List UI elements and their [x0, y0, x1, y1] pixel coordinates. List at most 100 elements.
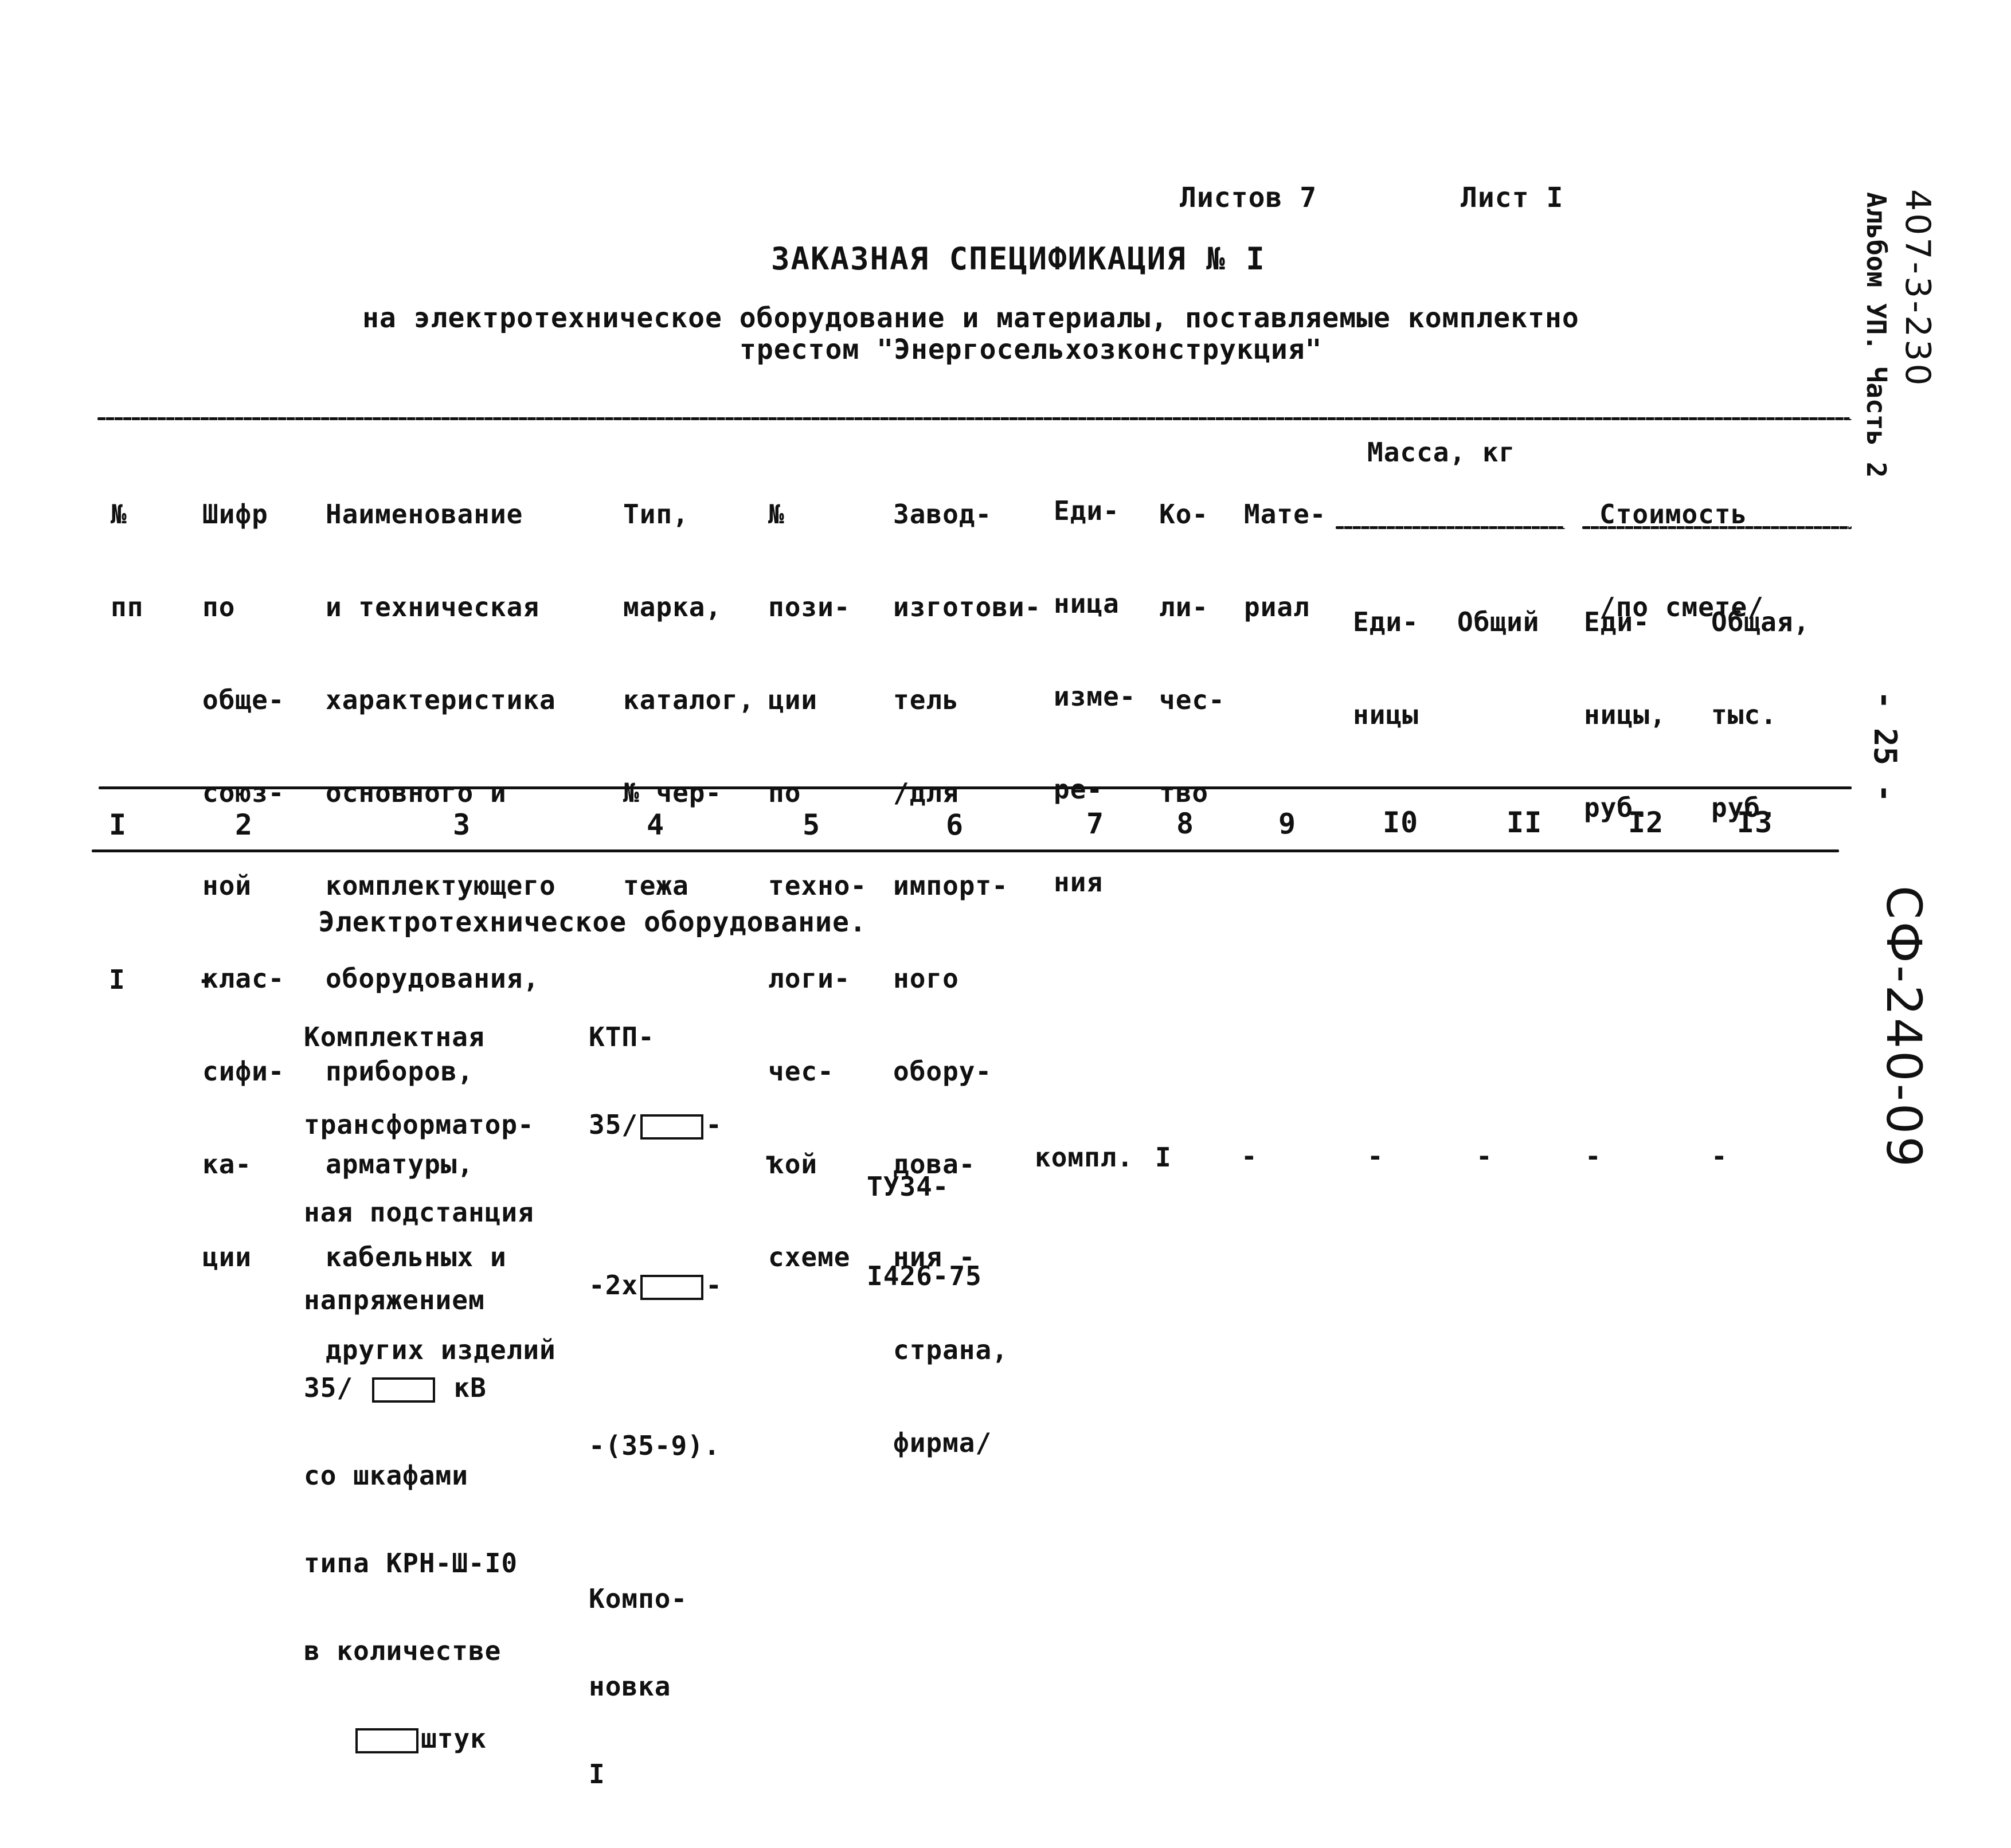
header-line: обще- — [202, 684, 285, 715]
cell-code: - — [198, 964, 214, 995]
project-code: 407-3-230 — [1897, 189, 1938, 388]
blank-box — [371, 1377, 435, 1403]
header-line: ница — [1054, 588, 1120, 619]
header-line: техно- — [768, 870, 867, 901]
col-header-5: № пози- ции по техно- логи- чес- кой схе… — [768, 437, 867, 1334]
type-line-voltage: 35/- — [589, 1109, 722, 1140]
col-num-10: I0 — [1383, 806, 1419, 839]
header-line: ли- — [1159, 592, 1209, 622]
header-line: марка, — [623, 592, 722, 622]
col-num-1: I — [109, 808, 127, 841]
sheets-total: Листов 7 — [1180, 182, 1317, 214]
header-line: логи- — [768, 963, 851, 994]
header-line: тежа — [623, 870, 689, 901]
name-line: Комплектная — [304, 1021, 485, 1052]
col-num-8: 8 — [1176, 807, 1195, 840]
col-header-9: Мате- риал — [1244, 437, 1326, 684]
name-line: типа КРН-Ш-I0 — [304, 1548, 518, 1579]
project-code-text: 407-3-230 — [1897, 189, 1938, 388]
type-line: КТП- — [589, 1021, 655, 1052]
col-header-7: Еди- ница изме- ре- ния — [1054, 433, 1136, 960]
header-line: схеме — [768, 1242, 851, 1273]
cell-position: - — [762, 1141, 779, 1172]
sheet-number: Лист I — [1461, 182, 1564, 214]
header-line: ка- — [202, 1149, 252, 1180]
header-line: сифи- — [202, 1056, 285, 1087]
header-line: Шифр — [202, 499, 268, 530]
cell-cost-total: - — [1711, 1141, 1728, 1172]
col-header-2: Шифр по обще- союз- ной клас- сифи- ка- … — [202, 437, 284, 1334]
header-line: чес- — [768, 1056, 834, 1087]
col-num-7: 7 — [1086, 807, 1105, 840]
col-num-6: 6 — [946, 808, 964, 841]
blank-box — [355, 1728, 419, 1753]
col-header-4: Тип, марка, каталог, № чер- тежа — [623, 437, 755, 963]
header-line: Завод- — [893, 499, 992, 530]
header-line: /для — [893, 777, 959, 808]
name-line: ная подстанция — [304, 1197, 534, 1228]
header-line: № — [111, 499, 127, 530]
header-line: Наименование — [326, 499, 523, 530]
header-line: тыс. — [1711, 699, 1777, 730]
header-line: Мате- — [1244, 499, 1327, 530]
header-line: пп — [111, 592, 144, 622]
header-line: тель — [893, 684, 959, 715]
header-line: ния — [1054, 867, 1104, 898]
header-line: по — [768, 777, 801, 808]
type-line-power: -2x - — [589, 1270, 722, 1301]
subtitle-line-2: трестом "Энергосельхозконструкция" — [740, 334, 1323, 366]
header-line: фирма/ — [893, 1427, 992, 1458]
album-label: Альбом УП. Часть 2 — [1861, 192, 1892, 478]
type-line: -(35-9). — [589, 1430, 721, 1461]
subtitle-line-1: на электротехническое оборудование и мат… — [362, 302, 1579, 334]
blank-box — [640, 1274, 704, 1300]
header-line: ции — [768, 684, 818, 715]
cell-pp: I — [109, 964, 126, 995]
header-line: комплектующего — [326, 870, 556, 901]
header-line: Стоимость — [1599, 499, 1748, 530]
cell-quantity: I — [1155, 1142, 1172, 1173]
name-line: трансформатор- — [304, 1109, 534, 1140]
document-title: ЗАКАЗНАЯ СПЕЦИФИКАЦИЯ № I — [771, 241, 1266, 277]
header-line: ции — [202, 1242, 252, 1273]
col-header-1: № пп — [111, 437, 177, 684]
header-line: № чер- — [623, 777, 722, 808]
header-line: кой — [768, 1149, 818, 1180]
type-line: Компо- — [589, 1583, 688, 1614]
col-num-11: II — [1507, 806, 1543, 839]
col-num-3: 3 — [453, 808, 471, 841]
col-num-4: 4 — [647, 808, 665, 841]
header-line: риал — [1244, 592, 1310, 622]
type-line: новка — [589, 1671, 671, 1702]
col-num-2: 2 — [235, 808, 253, 841]
name-line: со шкафами — [304, 1460, 468, 1491]
header-line: обору- — [893, 1056, 992, 1087]
mass-group-header: Масса, кг — [1367, 437, 1516, 468]
cell-mass-total: - — [1476, 1141, 1493, 1172]
cell-manufacturer: ТУ34- I426-75 — [867, 1112, 982, 1350]
header-line: основного и — [326, 777, 507, 808]
header-line: чес- — [1159, 684, 1225, 715]
header-line: пози- — [768, 592, 851, 622]
cell-mass-unit: - — [1367, 1141, 1384, 1172]
page-number: - 25 - — [1867, 691, 1903, 803]
header-line: ре- — [1054, 774, 1104, 805]
col-header-11: Общий — [1457, 545, 1539, 699]
name-line-voltage: 35/ кВ — [304, 1372, 487, 1403]
table-top-rule — [97, 417, 1852, 420]
col-num-9: 9 — [1278, 807, 1297, 840]
cell-material: - — [1241, 1141, 1258, 1172]
col-num-12: I2 — [1628, 806, 1664, 839]
name-line-count: штук — [304, 1724, 534, 1753]
header-line: Ко- — [1159, 499, 1209, 530]
header-line: ного — [893, 963, 959, 994]
header-line: Еди- — [1054, 495, 1120, 526]
header-line: союз- — [202, 777, 285, 808]
header-line: Еди- — [1584, 606, 1650, 637]
header-line: и техническая — [326, 592, 540, 622]
name-line: в количестве — [304, 1635, 502, 1666]
doc-code: СФ-240-09 — [1876, 886, 1932, 1169]
header-line: характеристика — [326, 684, 556, 715]
manufacturer-line: I426-75 — [867, 1260, 982, 1291]
header-line: импорт- — [893, 870, 1008, 901]
